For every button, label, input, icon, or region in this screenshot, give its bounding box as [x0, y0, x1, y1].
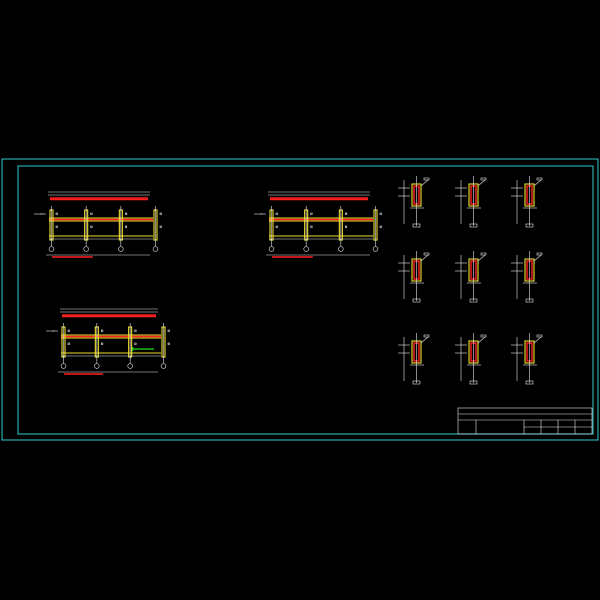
cad-drawing-canvas: [0, 0, 600, 600]
drawing-background: [0, 0, 600, 600]
